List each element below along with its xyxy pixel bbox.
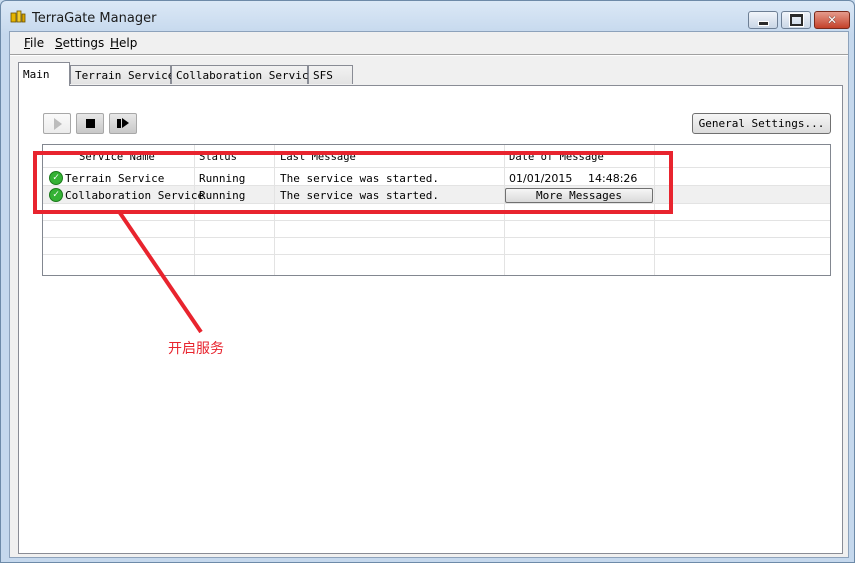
annotation-arrow-line — [118, 211, 203, 334]
tab-main[interactable]: Main — [18, 62, 70, 86]
annotation-label: 开启服务 — [168, 341, 224, 357]
